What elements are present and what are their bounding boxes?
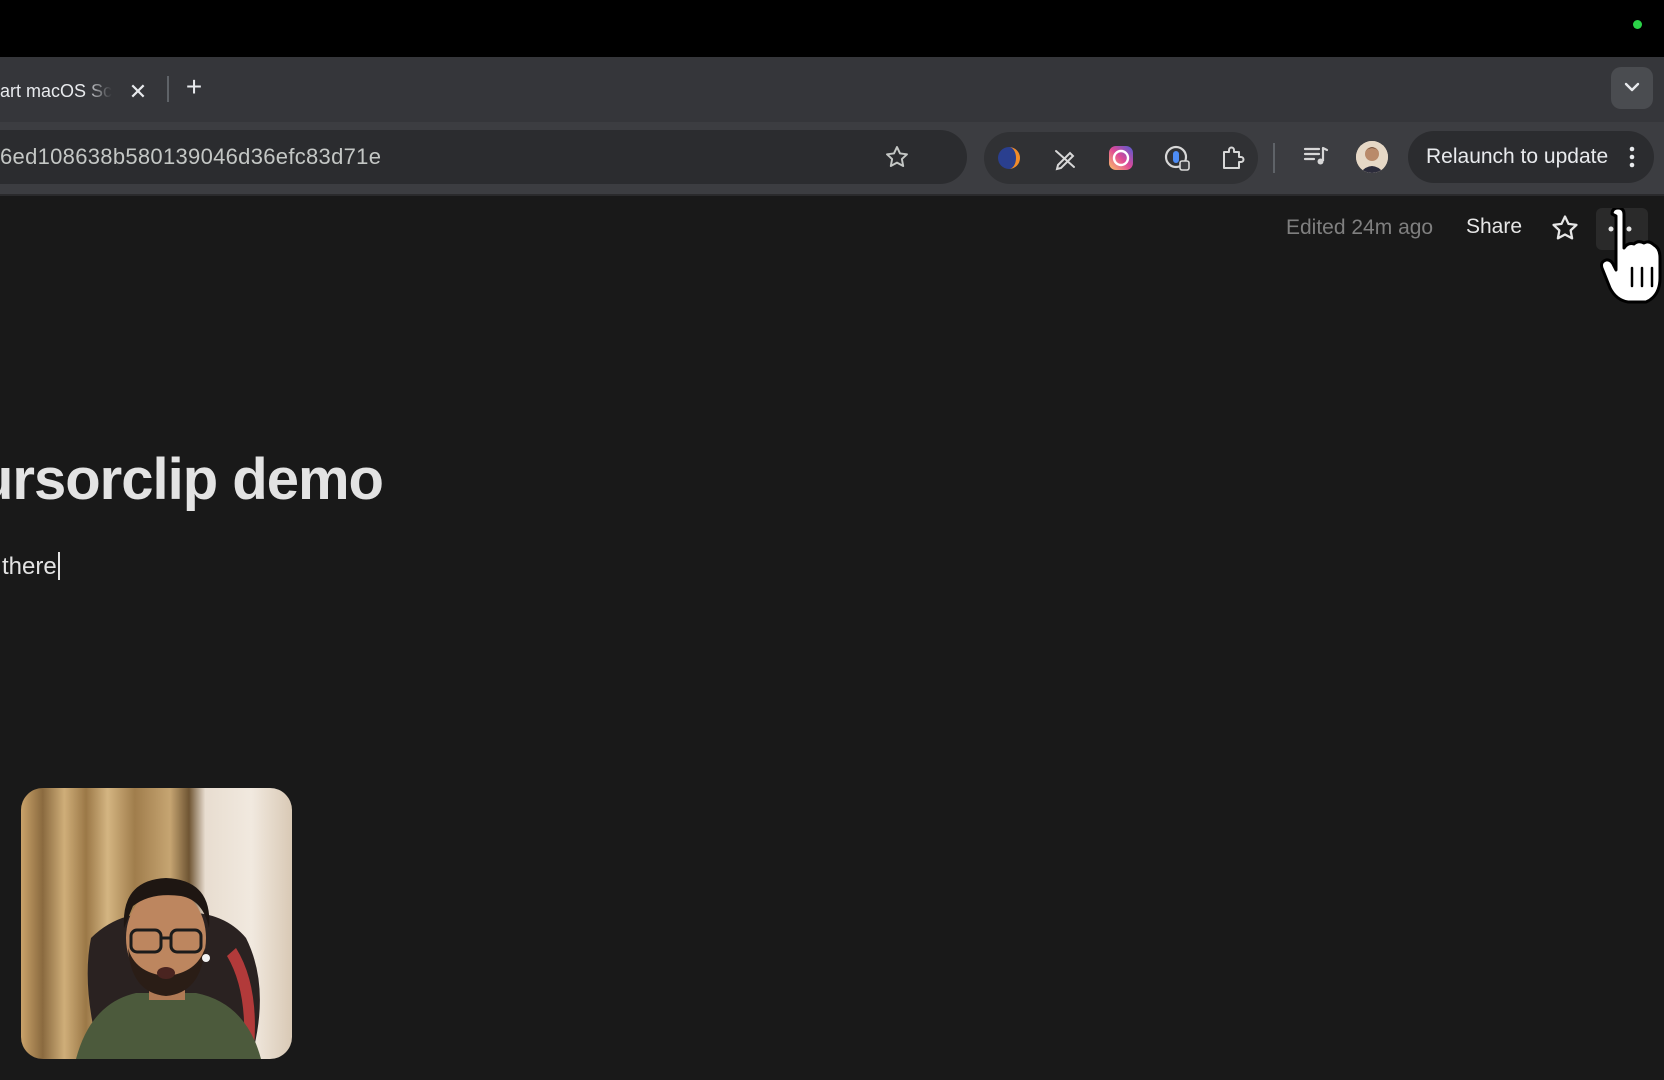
page-title[interactable]: ursorclip demo [0,446,384,513]
toolbar-separator [1273,143,1275,173]
media-controls-icon[interactable] [1302,142,1330,170]
url-text[interactable]: 6ed108638b580139046d36efc83d71e [0,144,381,170]
tab-separator [167,76,169,102]
page-body-text[interactable]: there [2,552,60,581]
webcam-overlay[interactable] [21,788,292,1059]
instagram-icon[interactable] [1106,143,1136,173]
body-text-content: there [2,553,57,580]
share-button[interactable]: Share [1466,215,1522,239]
puzzle-icon[interactable] [1218,143,1248,173]
address-bar[interactable]: 6ed108638b580139046d36efc83d71e [0,130,967,184]
profile-avatar[interactable] [1356,141,1388,173]
macos-menu-bar [0,0,1664,57]
chrome-menu-icon[interactable] [1628,145,1636,169]
tab-title: art macOS Sc [0,81,112,101]
mic-indicator-icon [1633,20,1642,29]
relaunch-label: Relaunch to update [1426,145,1609,168]
chevron-down-icon [1624,82,1640,92]
browser-toolbar: 6ed108638b580139046d36efc83d71e Relaunch… [0,122,1664,196]
text-caret [57,552,60,580]
screen: art macOS Sc ✕ + 6ed108638b580139046d36e… [0,0,1664,1080]
extensions-group [984,132,1258,184]
tab-close-icon[interactable]: ✕ [126,80,150,104]
active-tab[interactable]: art macOS Sc ✕ [0,63,157,122]
hand-pointer-cursor-icon [1600,208,1662,304]
edited-timestamp: Edited 24m ago [1286,216,1434,239]
tab-strip: art macOS Sc ✕ + [0,57,1664,122]
profile-photo-icon [1356,141,1388,173]
bookmark-star-icon[interactable] [884,144,910,170]
tab-search-button[interactable] [1611,67,1653,109]
pen-slash-icon[interactable] [1050,143,1080,173]
webcam-person-image [21,788,292,1059]
password-key-icon[interactable] [1162,143,1192,173]
relaunch-button[interactable]: Relaunch to update [1408,131,1654,183]
notion-page: Edited 24m ago Share ursorclip demo ther… [0,196,1664,1080]
new-tab-button[interactable]: + [180,73,208,101]
arc-sphere-icon[interactable] [994,143,1024,173]
favorite-star-icon[interactable] [1550,213,1580,243]
